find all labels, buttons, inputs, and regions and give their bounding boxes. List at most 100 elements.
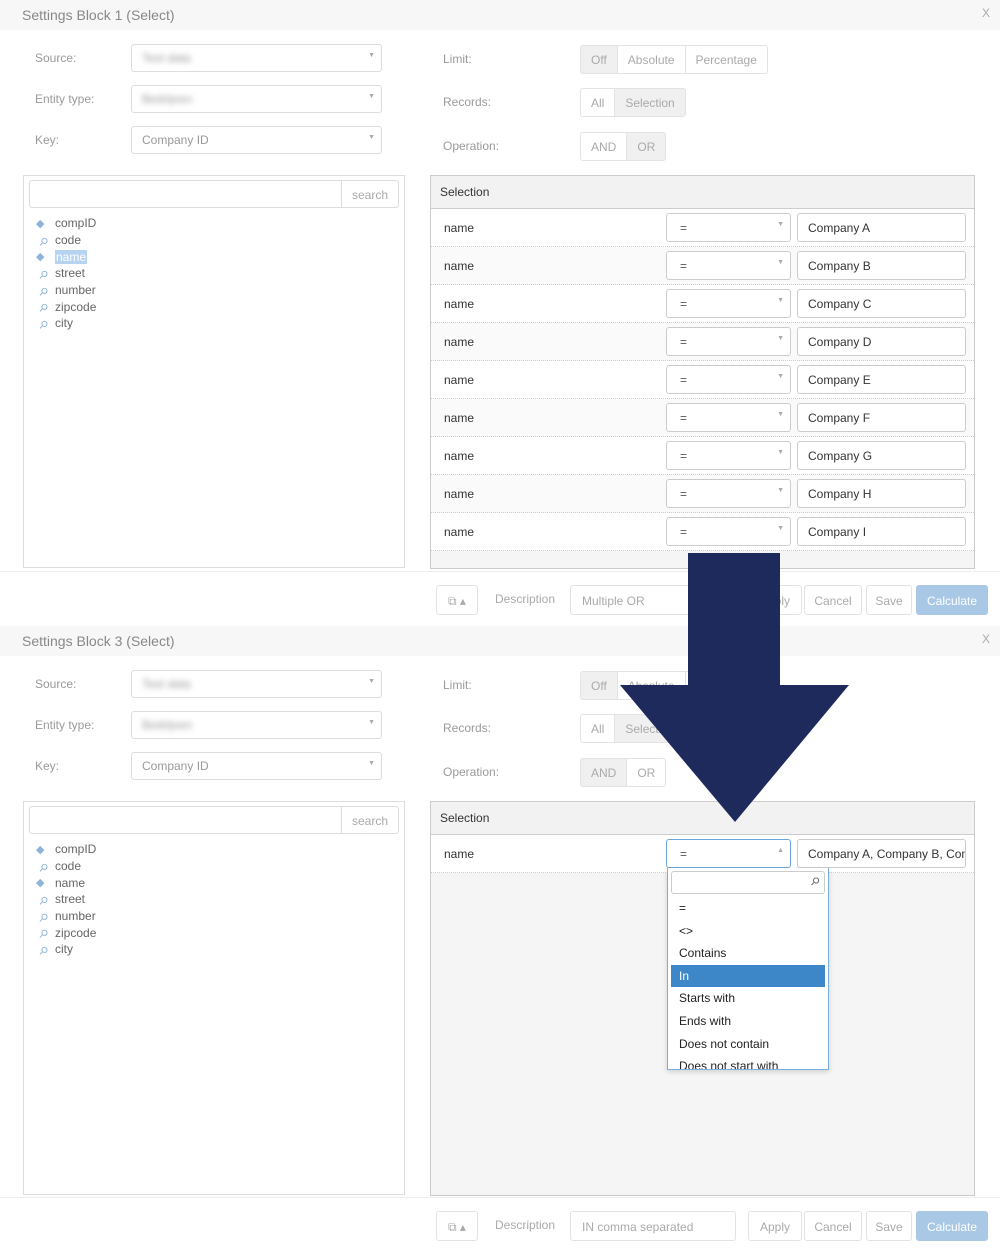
field-item[interactable]: ⚲ city — [36, 941, 96, 958]
field-item[interactable]: ◆ name — [36, 248, 96, 265]
value-input[interactable]: Company A, Company B, Company C — [797, 839, 966, 868]
value-input[interactable]: Company C — [797, 289, 966, 318]
entity-select[interactable]: Bedrijven ▼ — [131, 711, 382, 739]
save-button[interactable]: Save — [866, 585, 912, 615]
field-item[interactable]: ⚲ code — [36, 232, 96, 249]
description-label: Description — [495, 1218, 556, 1232]
operator-select[interactable]: = ▼ — [666, 403, 791, 432]
key-select[interactable]: Company ID ▼ — [131, 752, 382, 780]
close-button[interactable]: X — [982, 632, 990, 646]
operation-option-or[interactable]: OR — [626, 758, 667, 787]
entity-label: Entity type: — [35, 92, 95, 106]
operator-select[interactable]: = ▼ — [666, 517, 791, 546]
dropdown-option[interactable]: Does not contain — [671, 1033, 825, 1056]
source-select[interactable]: Test data ▼ — [131, 670, 382, 698]
limit-option-percentage[interactable]: Percentage — [684, 45, 768, 74]
dropdown-search-input[interactable]: ⚲ — [671, 871, 825, 894]
field-item[interactable]: ◆ compID — [36, 215, 96, 232]
field-label: street — [55, 892, 86, 907]
field-item[interactable]: ⚲ number — [36, 908, 96, 925]
cancel-button[interactable]: Cancel — [804, 585, 862, 615]
value-input[interactable]: Company I — [797, 517, 966, 546]
value-input[interactable]: Company H — [797, 479, 966, 508]
dropdown-option[interactable]: <> — [671, 920, 825, 943]
limit-toggle-group: Off Absolute Percentage — [580, 671, 768, 700]
search-icon: ⚲ — [35, 860, 51, 875]
dropdown-option[interactable]: = — [671, 897, 825, 920]
row-field: name — [444, 411, 475, 425]
operator-select[interactable]: = ▼ — [666, 289, 791, 318]
operator-value: = — [680, 411, 688, 425]
operator-select[interactable]: = ▼ — [666, 327, 791, 356]
field-item[interactable]: ◆ compID — [36, 841, 96, 858]
dropdown-option[interactable]: Ends with — [671, 1010, 825, 1033]
records-option-selection[interactable]: Selection — [614, 88, 686, 117]
value-input[interactable]: Company D — [797, 327, 966, 356]
copy-menu-button[interactable]: ⧉ ▴ — [436, 585, 478, 615]
description-input[interactable]: Multiple OR — [570, 585, 736, 615]
description-label: Description — [495, 592, 556, 606]
field-search-input[interactable] — [29, 180, 342, 208]
field-item[interactable]: ⚲ code — [36, 858, 96, 875]
description-input[interactable]: IN comma separated — [570, 1211, 736, 1241]
operator-select[interactable]: = ▼ — [666, 479, 791, 508]
cancel-button[interactable]: Cancel — [804, 1211, 862, 1241]
key-select[interactable]: Company ID ▼ — [131, 126, 382, 154]
operator-value: = — [680, 525, 688, 539]
chevron-down-icon: ▼ — [777, 449, 784, 456]
value-input[interactable]: Company G — [797, 441, 966, 470]
dropdown-option[interactable]: Starts with — [671, 987, 825, 1010]
limit-option-off[interactable]: Off — [580, 671, 618, 700]
entity-select[interactable]: Bedrijven ▼ — [131, 85, 382, 113]
field-item[interactable]: ⚲ zipcode — [36, 924, 96, 942]
limit-option-percentage[interactable]: Percentage — [684, 671, 768, 700]
records-toggle-group: All Selection — [580, 88, 686, 117]
operation-label: Operation: — [443, 765, 500, 779]
records-option-all[interactable]: All — [580, 88, 616, 117]
calculate-button[interactable]: Calculate — [916, 585, 988, 615]
value-input[interactable]: Company E — [797, 365, 966, 394]
field-item[interactable]: ⚲ street — [36, 891, 96, 908]
operator-select[interactable]: = ▼ — [666, 365, 791, 394]
chevron-down-icon: ▼ — [777, 221, 784, 228]
value-input[interactable]: Company F — [797, 403, 966, 432]
field-panel: search ◆ compID ⚲ code ◆ name ⚲ street ⚲ number ⚲ zi… — [23, 175, 405, 568]
operation-option-and[interactable]: AND — [580, 132, 628, 161]
field-search-input[interactable] — [29, 806, 342, 834]
copy-menu-button[interactable]: ⧉ ▴ — [436, 1211, 478, 1241]
records-label: Records: — [443, 721, 492, 735]
operator-select[interactable]: = ▼ — [666, 213, 791, 242]
dropdown-option[interactable]: Does not start with — [671, 1055, 825, 1069]
operation-option-or[interactable]: OR — [626, 132, 667, 161]
limit-option-absolute[interactable]: Absolute — [616, 671, 686, 700]
operator-value: = — [680, 847, 688, 861]
records-option-selection[interactable]: Selection — [614, 714, 686, 743]
field-item[interactable]: ⚲ zipcode — [36, 298, 96, 316]
source-select[interactable]: Test data ▼ — [131, 44, 382, 72]
footer-bar: ⧉ ▴ Description IN comma separated Apply Can… — [0, 1197, 1000, 1253]
operator-select[interactable]: = ▲ — [666, 839, 791, 868]
limit-option-off[interactable]: Off — [580, 45, 618, 74]
value-input[interactable]: Company A — [797, 213, 966, 242]
search-button[interactable]: search — [341, 806, 399, 834]
dropdown-option[interactable]: Contains — [671, 942, 825, 965]
save-button[interactable]: Save — [866, 1211, 912, 1241]
operator-select[interactable]: = ▼ — [666, 441, 791, 470]
field-item[interactable]: ⚲ city — [36, 315, 96, 332]
close-button[interactable]: X — [982, 6, 990, 20]
calculate-button[interactable]: Calculate — [916, 1211, 988, 1241]
title-bar: Settings Block 1 (Select) X — [0, 0, 1000, 30]
field-item[interactable]: ⚲ number — [36, 282, 96, 299]
field-item[interactable]: ◆ name — [36, 874, 96, 891]
limit-option-absolute[interactable]: Absolute — [616, 45, 686, 74]
records-option-all[interactable]: All — [580, 714, 616, 743]
dropdown-option[interactable]: In — [671, 964, 825, 988]
chevron-down-icon: ▼ — [368, 52, 375, 59]
apply-button[interactable]: Apply — [748, 1211, 802, 1241]
apply-button[interactable]: Apply — [748, 585, 802, 615]
operation-option-and[interactable]: AND — [580, 758, 628, 787]
value-input[interactable]: Company B — [797, 251, 966, 280]
search-button[interactable]: search — [341, 180, 399, 208]
operator-select[interactable]: = ▼ — [666, 251, 791, 280]
field-item[interactable]: ⚲ street — [36, 265, 96, 282]
